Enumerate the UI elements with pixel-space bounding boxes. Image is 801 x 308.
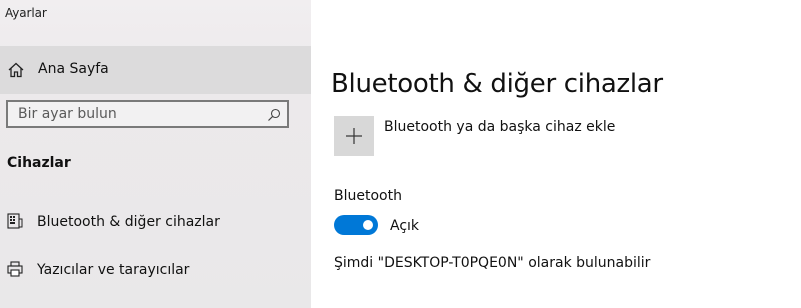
- bluetooth-keyboard-icon: [7, 213, 23, 229]
- plus-icon: [345, 127, 363, 145]
- search-icon[interactable]: [267, 107, 281, 121]
- sidebar-item-home[interactable]: Ana Sayfa: [0, 46, 311, 94]
- main-content: Bluetooth & diğer cihazlar Bluetooth ya …: [311, 0, 801, 308]
- sidebar-item-bluetooth[interactable]: Bluetooth & diğer cihazlar: [0, 200, 311, 244]
- sidebar-item-label: Bluetooth & diğer cihazlar: [37, 214, 220, 230]
- bluetooth-toggle[interactable]: [334, 215, 378, 235]
- toggle-knob: [363, 220, 373, 230]
- bluetooth-toggle-state: Açık: [390, 218, 420, 234]
- search-input[interactable]: [8, 102, 268, 126]
- bluetooth-heading: Bluetooth: [334, 188, 402, 204]
- discoverable-status: Şimdi "DESKTOP-T0PQE0N" olarak bulunabil…: [334, 255, 651, 271]
- sidebar-item-label: Ana Sayfa: [38, 61, 109, 77]
- sidebar-item-label: Yazıcılar ve tarayıcılar: [37, 262, 190, 278]
- search-box[interactable]: [6, 100, 289, 128]
- sidebar-item-printers[interactable]: Yazıcılar ve tarayıcılar: [0, 248, 311, 292]
- app-title: Ayarlar: [5, 6, 47, 20]
- settings-window: Ayarlar Ana Sayfa Cihazlar: [0, 0, 801, 308]
- page-title: Bluetooth & diğer cihazlar: [331, 69, 663, 100]
- printer-icon: [7, 261, 23, 277]
- add-device-label[interactable]: Bluetooth ya da başka cihaz ekle: [384, 119, 615, 135]
- add-device-button[interactable]: [334, 116, 374, 156]
- home-icon: [7, 61, 25, 79]
- sidebar: Ayarlar Ana Sayfa Cihazlar: [0, 0, 311, 308]
- section-heading: Cihazlar: [7, 155, 71, 171]
